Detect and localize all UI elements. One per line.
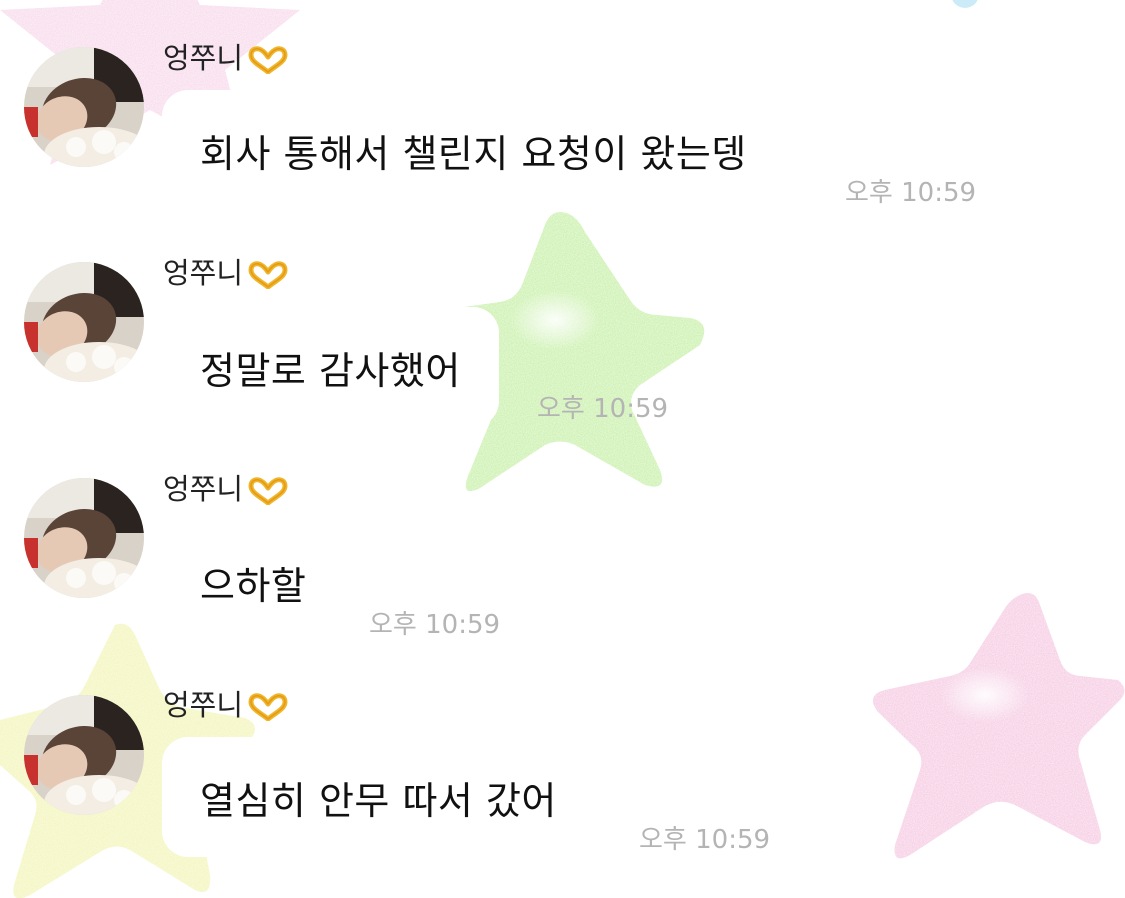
message-text: 으하할 (200, 563, 307, 608)
avatar-photo (24, 695, 144, 815)
heart-hands-icon (248, 46, 288, 74)
message-bubble[interactable]: 회사 통해서 챌린지 요청이 왔는뎅 (162, 90, 785, 210)
avatar-photo (24, 47, 144, 167)
message-text: 열심히 안무 따서 갔어 (200, 778, 557, 823)
avatar-photo (24, 478, 144, 598)
heart-hands-icon (248, 477, 288, 505)
sender-name: 엉쭈니 (163, 40, 289, 76)
avatar[interactable] (24, 47, 144, 167)
chat-message: 엉쭈니 으하할 오후 10:59 (0, 430, 1125, 645)
avatar[interactable] (24, 262, 144, 382)
chat-message: 엉쭈니 열심히 안무 따서 갔어 오후 10:59 (0, 645, 1125, 898)
avatar[interactable] (24, 478, 144, 598)
avatar-photo (24, 262, 144, 382)
avatar[interactable] (24, 695, 144, 815)
message-bubble[interactable]: 으하할 (162, 522, 345, 642)
sender-name: 엉쭈니 (163, 687, 289, 723)
sender-name: 엉쭈니 (163, 471, 289, 507)
chat-message: 엉쭈니 정말로 감사했어 오후 10:59 (0, 215, 1125, 430)
message-time: 오후 10:59 (369, 610, 501, 640)
message-text: 회사 통해서 챌린지 요청이 왔는뎅 (200, 131, 747, 176)
message-time: 오후 10:59 (639, 825, 771, 855)
message-bubble[interactable]: 정말로 감사했어 (162, 307, 499, 427)
sender-name: 엉쭈니 (163, 255, 289, 291)
chat-message: 엉쭈니 회사 통해서 챌린지 요청이 왔는뎅 오후 10:59 (0, 0, 1125, 215)
message-text: 정말로 감사했어 (200, 348, 461, 393)
message-time: 오후 10:59 (845, 178, 977, 208)
message-time: 오후 10:59 (537, 394, 669, 424)
message-bubble[interactable]: 열심히 안무 따서 갔어 (162, 737, 595, 857)
heart-hands-icon (248, 261, 288, 289)
heart-hands-icon (248, 693, 288, 721)
